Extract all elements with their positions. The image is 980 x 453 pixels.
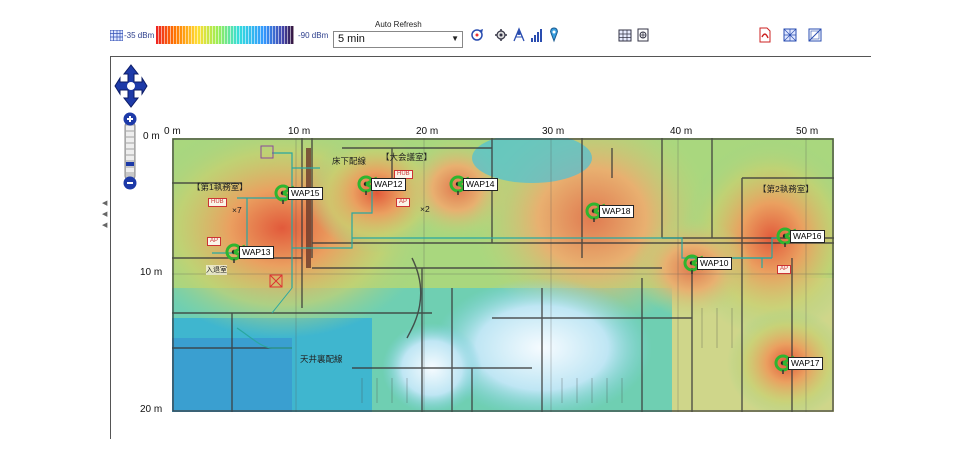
zoom-out-button[interactable]	[123, 176, 137, 190]
pan-control[interactable]	[114, 64, 148, 108]
wap-label: WAP14	[463, 178, 498, 191]
export-icon[interactable]	[636, 27, 650, 43]
multiplier-label: ×7	[232, 205, 242, 215]
ceiling-wiring-label: 天井裏配線	[300, 354, 343, 364]
wap-label: WAP12	[371, 178, 406, 191]
collapse-arrow-icon[interactable]: ◀	[102, 199, 107, 207]
collapse-arrow-icon[interactable]: ◀	[102, 210, 107, 218]
room-label-3: 【第2執務室】	[758, 184, 814, 194]
signal-legend-bar	[156, 26, 294, 44]
wap-marker[interactable]: WAP18	[585, 202, 634, 229]
signal-bars-icon[interactable]	[530, 27, 544, 43]
floor-plan-heatmap[interactable]	[172, 138, 834, 412]
y-tick-label: 0 m	[143, 131, 160, 142]
x-tick-label: 50 m	[796, 126, 819, 137]
collapse-arrow-icon[interactable]: ◀	[102, 221, 107, 229]
multiplier-label: ×2	[420, 204, 430, 214]
wap-label: WAP18	[599, 205, 634, 218]
wap-marker[interactable]: WAP13	[225, 243, 274, 270]
grid-icon	[110, 30, 123, 41]
room-label-2: 【大会議室】	[381, 152, 433, 162]
heatmap-icon[interactable]	[783, 27, 797, 43]
wap-label: WAP13	[239, 246, 274, 259]
ap-settings-icon[interactable]	[494, 27, 508, 43]
legend-max-label: -90 dBm	[298, 31, 329, 40]
x-tick-label: 10 m	[288, 126, 311, 137]
x-tick-label: 30 m	[542, 126, 565, 137]
wap-marker[interactable]: WAP14	[449, 175, 498, 202]
x-tick-label: 0 m	[164, 126, 181, 137]
probe-icon[interactable]	[547, 27, 561, 43]
grid-settings-icon[interactable]	[618, 27, 632, 43]
wap-label: WAP15	[288, 187, 323, 200]
ap-tag: AP	[396, 198, 411, 207]
floor-image-icon[interactable]	[808, 27, 822, 43]
entrance-label: 入退室	[206, 265, 227, 275]
wap-label: WAP16	[790, 230, 825, 243]
wap-marker[interactable]: WAP16	[776, 227, 825, 254]
auto-refresh-label: Auto Refresh	[375, 20, 422, 29]
wap-label: WAP10	[697, 257, 732, 270]
x-tick-label: 40 m	[670, 126, 693, 137]
auto-refresh-value: 5 min	[338, 33, 365, 45]
wap-marker[interactable]: WAP17	[774, 354, 823, 381]
chevron-down-icon: ▼	[451, 34, 459, 43]
wap-marker[interactable]: WAP15	[274, 184, 323, 211]
y-tick-label: 20 m	[140, 404, 163, 415]
legend-min-label: -35 dBm	[124, 31, 155, 40]
wap-marker[interactable]: WAP10	[683, 254, 732, 281]
y-tick-label: 10 m	[140, 267, 163, 278]
pdf-icon[interactable]	[758, 27, 772, 43]
wap-label: WAP17	[788, 357, 823, 370]
room-label-1: 【第1執務室】	[192, 182, 248, 192]
zoom-in-button[interactable]	[123, 112, 137, 126]
zoom-control	[123, 112, 137, 190]
x-tick-label: 20 m	[416, 126, 439, 137]
wap-marker[interactable]: WAP12	[357, 175, 406, 202]
auto-refresh-select[interactable]: 5 min ▼	[333, 31, 463, 48]
hub-tag: HUB	[208, 198, 227, 207]
ap-tag: AP	[777, 265, 792, 274]
ap-tag: AP	[207, 237, 222, 246]
ap-scan-icon[interactable]	[512, 27, 526, 43]
floor-wiring-label: 床下配線	[332, 156, 367, 166]
refresh-ap-icon[interactable]	[470, 27, 484, 43]
